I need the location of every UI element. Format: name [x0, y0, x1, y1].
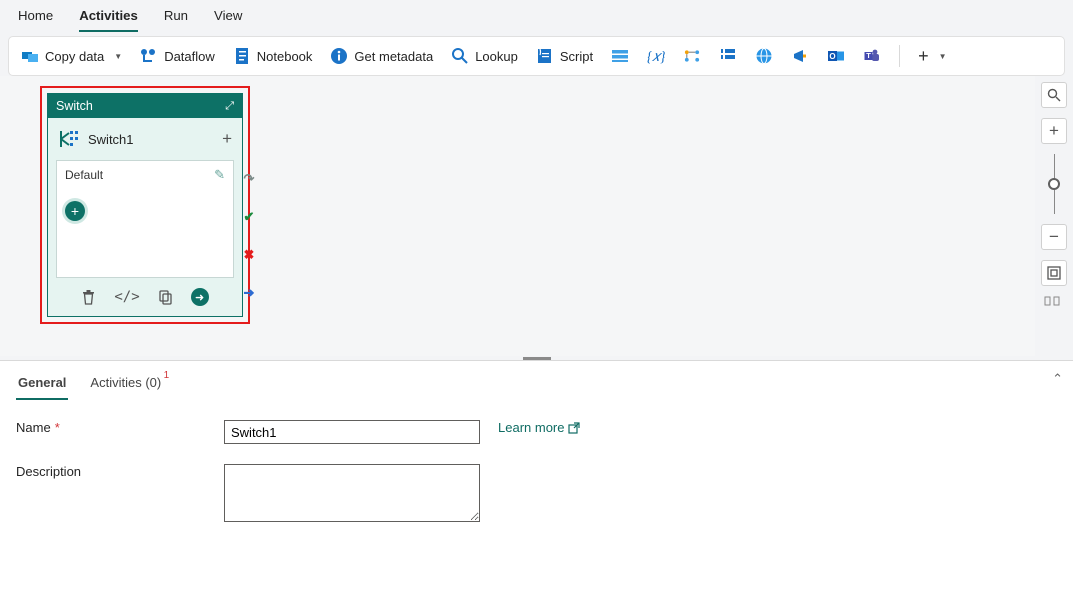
chevron-down-icon: ▼: [114, 52, 122, 61]
zoom-slider-track[interactable]: [1054, 154, 1055, 214]
switch-icon: [58, 128, 80, 150]
canvas-right-rail: + −: [1035, 76, 1073, 356]
properties-tab-activities[interactable]: Activities (0) 1: [88, 371, 163, 400]
expand-icon[interactable]: ⤢: [225, 100, 234, 113]
canvas-search-button[interactable]: [1041, 82, 1067, 108]
tab-run[interactable]: Run: [164, 5, 188, 32]
port-completion-icon[interactable]: ➔: [242, 286, 256, 300]
add-case-button[interactable]: +: [222, 129, 232, 149]
run-activity-icon[interactable]: ➜: [191, 288, 209, 306]
tab-view[interactable]: View: [214, 5, 242, 32]
dataflow-icon: [140, 47, 158, 65]
tool-copy-data[interactable]: Copy data ▼: [17, 43, 126, 69]
learn-more-link[interactable]: Learn more: [498, 420, 580, 435]
teams-icon: T: [863, 47, 881, 65]
switch-activity-selection: Switch ⤢ Switch1 + De: [40, 86, 250, 324]
globe-icon: [755, 47, 773, 65]
tool-megaphone-icon[interactable]: [787, 43, 813, 69]
external-link-icon: [568, 422, 580, 434]
forms-icon: [719, 47, 737, 65]
tab-activities[interactable]: Activities: [79, 5, 138, 32]
script-icon: [536, 47, 554, 65]
svg-text:O: O: [829, 52, 835, 61]
tool-notebook-label: Notebook: [257, 49, 313, 64]
activity-type-label: Switch: [56, 99, 93, 113]
tool-forms-icon[interactable]: [715, 43, 741, 69]
name-input[interactable]: [224, 420, 480, 444]
delete-icon[interactable]: [81, 289, 96, 305]
tool-dataflow[interactable]: Dataflow: [136, 43, 219, 69]
copy-data-icon: [21, 47, 39, 65]
tool-script-label: Script: [560, 49, 593, 64]
tool-lookup-label: Lookup: [475, 49, 518, 64]
expand-canvas-button[interactable]: [1044, 296, 1064, 306]
tool-lookup[interactable]: Lookup: [447, 43, 522, 69]
megaphone-icon: [791, 47, 809, 65]
port-success-icon[interactable]: ✔: [242, 210, 256, 224]
chevron-down-icon: ▼: [939, 52, 947, 61]
tool-get-metadata[interactable]: Get metadata: [326, 43, 437, 69]
svg-text:T: T: [866, 51, 871, 60]
tool-get-metadata-label: Get metadata: [354, 49, 433, 64]
lookup-icon: [451, 47, 469, 65]
tool-script[interactable]: Script: [532, 43, 597, 69]
tool-rows-icon[interactable]: [607, 43, 633, 69]
tool-dataflow-label: Dataflow: [164, 49, 215, 64]
description-input[interactable]: [224, 464, 480, 522]
default-case-label: Default: [65, 168, 103, 182]
zoom-out-button[interactable]: −: [1041, 224, 1067, 250]
tab-home[interactable]: Home: [18, 5, 53, 32]
processes-icon: [683, 47, 701, 65]
tool-notebook[interactable]: Notebook: [229, 43, 317, 69]
get-metadata-icon: [330, 47, 348, 65]
copy-icon[interactable]: [158, 289, 173, 305]
edit-case-icon[interactable]: ✎: [214, 167, 225, 183]
name-field-label: Name*: [16, 420, 224, 435]
tool-copy-data-label: Copy data: [45, 49, 104, 64]
port-skip-icon[interactable]: ↷: [242, 172, 256, 186]
rows-icon: [611, 47, 629, 65]
port-failure-icon[interactable]: ✖: [242, 248, 256, 262]
tool-outlook-icon[interactable]: O: [823, 43, 849, 69]
toolbar-separator: [899, 45, 900, 67]
tool-processes-icon[interactable]: [679, 43, 705, 69]
outlook-icon: O: [827, 47, 845, 65]
pipeline-canvas[interactable]: Switch ⤢ Switch1 + De: [0, 76, 1035, 356]
tool-teams-icon[interactable]: T: [859, 43, 885, 69]
plus-icon: +: [918, 46, 929, 67]
notebook-icon: [233, 47, 251, 65]
properties-panel: ⌃ General Activities (0) 1 Name* Learn m…: [0, 360, 1073, 598]
tool-add-more[interactable]: + ▼: [914, 42, 950, 71]
zoom-slider-thumb[interactable]: [1048, 178, 1060, 190]
activities-toolbar: Copy data ▼ Dataflow Notebook Get metada…: [8, 36, 1065, 76]
fit-to-screen-button[interactable]: [1041, 260, 1067, 286]
description-field-label: Description: [16, 464, 224, 479]
activities-error-badge: 1: [164, 370, 170, 381]
default-case-box[interactable]: Default ✎ +: [56, 160, 234, 278]
variable-icon: {𝑥}: [647, 47, 665, 65]
zoom-in-button[interactable]: +: [1041, 118, 1067, 144]
code-icon[interactable]: </>: [114, 289, 139, 305]
properties-tab-general[interactable]: General: [16, 371, 68, 400]
add-activity-button[interactable]: +: [65, 201, 85, 221]
tool-variable-icon[interactable]: {𝑥}: [643, 43, 669, 69]
activity-name-label: Switch1: [88, 132, 134, 147]
collapse-panel-button[interactable]: ⌃: [1052, 371, 1063, 387]
top-tab-bar: Home Activities Run View: [0, 0, 1073, 30]
activity-type-header[interactable]: Switch ⤢: [48, 94, 242, 118]
tool-globe-icon[interactable]: [751, 43, 777, 69]
